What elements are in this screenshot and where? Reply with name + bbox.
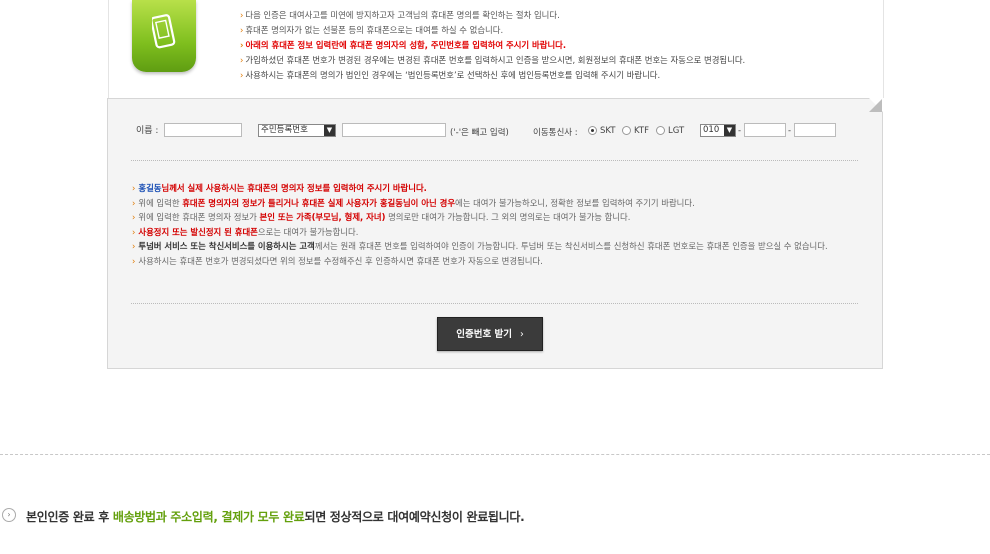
completion-notice: 본인인증 완료 후 배송방법과 주소입력, 결제가 모두 완료되면 정상적으로 … xyxy=(26,510,525,524)
notice-item: 위에 입력한 휴대폰 명의자 정보가 본인 또는 가족(부모님, 형제, 자녀)… xyxy=(132,210,872,225)
id-type-select[interactable]: 주민등록번호 ▼ xyxy=(258,124,336,137)
request-code-label: 인증번호 받기 xyxy=(456,329,512,340)
notice-item: 사용하시는 휴대폰의 명의가 법인인 경우에는 ‘법인등록번호’로 선택하신 후… xyxy=(240,68,745,83)
section-divider xyxy=(0,454,990,455)
phone-prefix-value: 010 xyxy=(703,125,720,135)
carrier-label: 이동통신사 : xyxy=(533,128,578,138)
carrier-name-lgt: LGT xyxy=(668,126,685,136)
notice-item: 다음 인증은 대여사고를 미연에 방지하고자 고객님의 휴대폰 명의를 확인하는… xyxy=(240,8,745,23)
identity-notice-list: 다음 인증은 대여사고를 미연에 방지하고자 고객님의 휴대폰 명의를 확인하는… xyxy=(240,8,745,83)
carrier-radio-skt[interactable] xyxy=(588,126,597,135)
notice-item: 사용정지 또는 발신정지 된 휴대폰으로는 대여가 불가능합니다. xyxy=(132,225,872,240)
phone-prefix-select[interactable]: 010 ▼ xyxy=(700,124,736,137)
page-fold-shadow xyxy=(869,99,882,112)
chevron-down-icon: ▼ xyxy=(324,125,335,136)
carrier-radio-lgt[interactable] xyxy=(656,126,665,135)
notice-item: 휴대폰 명의자가 없는 선불폰 등의 휴대폰으로는 대여를 하실 수 없습니다. xyxy=(240,23,745,38)
phone-check-icon xyxy=(132,0,196,72)
notice-item: 가입하셨던 휴대폰 번호가 변경된 경우에는 변경된 휴대폰 번호를 입력하시고… xyxy=(240,53,745,68)
notice-item: 투넘버 서비스 또는 착신서비스를 이용하시는 고객께서는 원래 휴대폰 번호를… xyxy=(132,239,872,254)
divider xyxy=(131,160,858,161)
phone-middle-input[interactable] xyxy=(744,123,786,137)
circle-chevron-icon: › xyxy=(2,508,16,522)
request-code-button[interactable]: 인증번호 받기 › xyxy=(437,317,543,351)
id-type-value: 주민등록번호 xyxy=(261,125,308,135)
name-label: 이름 : xyxy=(136,126,159,136)
carrier-radio-ktf[interactable] xyxy=(622,126,631,135)
phone-last-input[interactable] xyxy=(794,123,836,137)
notice-item-highlight: 아래의 휴대폰 정보 입력란에 휴대폰 명의자의 성함, 주민번호를 입력하여 … xyxy=(240,38,745,53)
chevron-down-icon: ▼ xyxy=(724,125,735,136)
id-input-hint: ('-'은 빼고 입력) xyxy=(450,128,509,138)
chevron-right-icon: › xyxy=(519,329,524,340)
notice-item: 홍길동님께서 실제 사용하시는 휴대폰의 명의자 정보를 입력하여 주시기 바랍… xyxy=(132,181,872,196)
notice-item: 위에 입력한 휴대폰 명의자의 정보가 틀리거나 휴대폰 실제 사용자가 홍길동… xyxy=(132,196,872,211)
phone-verification-form: 이름 : 주민등록번호 ▼ ('-'은 빼고 입력) 이동통신사 : SKT K… xyxy=(107,98,883,369)
phone-dash: - xyxy=(788,126,792,136)
name-input[interactable] xyxy=(164,123,242,137)
divider xyxy=(131,303,858,304)
carrier-name-ktf: KTF xyxy=(634,126,649,136)
id-number-input[interactable] xyxy=(342,123,446,137)
phone-dash: - xyxy=(738,126,742,136)
carrier-name-skt: SKT xyxy=(600,126,616,136)
notice-item: 사용하시는 휴대폰 번호가 변경되셨다면 위의 정보를 수정해주신 후 인증하시… xyxy=(132,254,872,269)
form-notice-list: 홍길동님께서 실제 사용하시는 휴대폰의 명의자 정보를 입력하여 주시기 바랍… xyxy=(132,181,872,268)
